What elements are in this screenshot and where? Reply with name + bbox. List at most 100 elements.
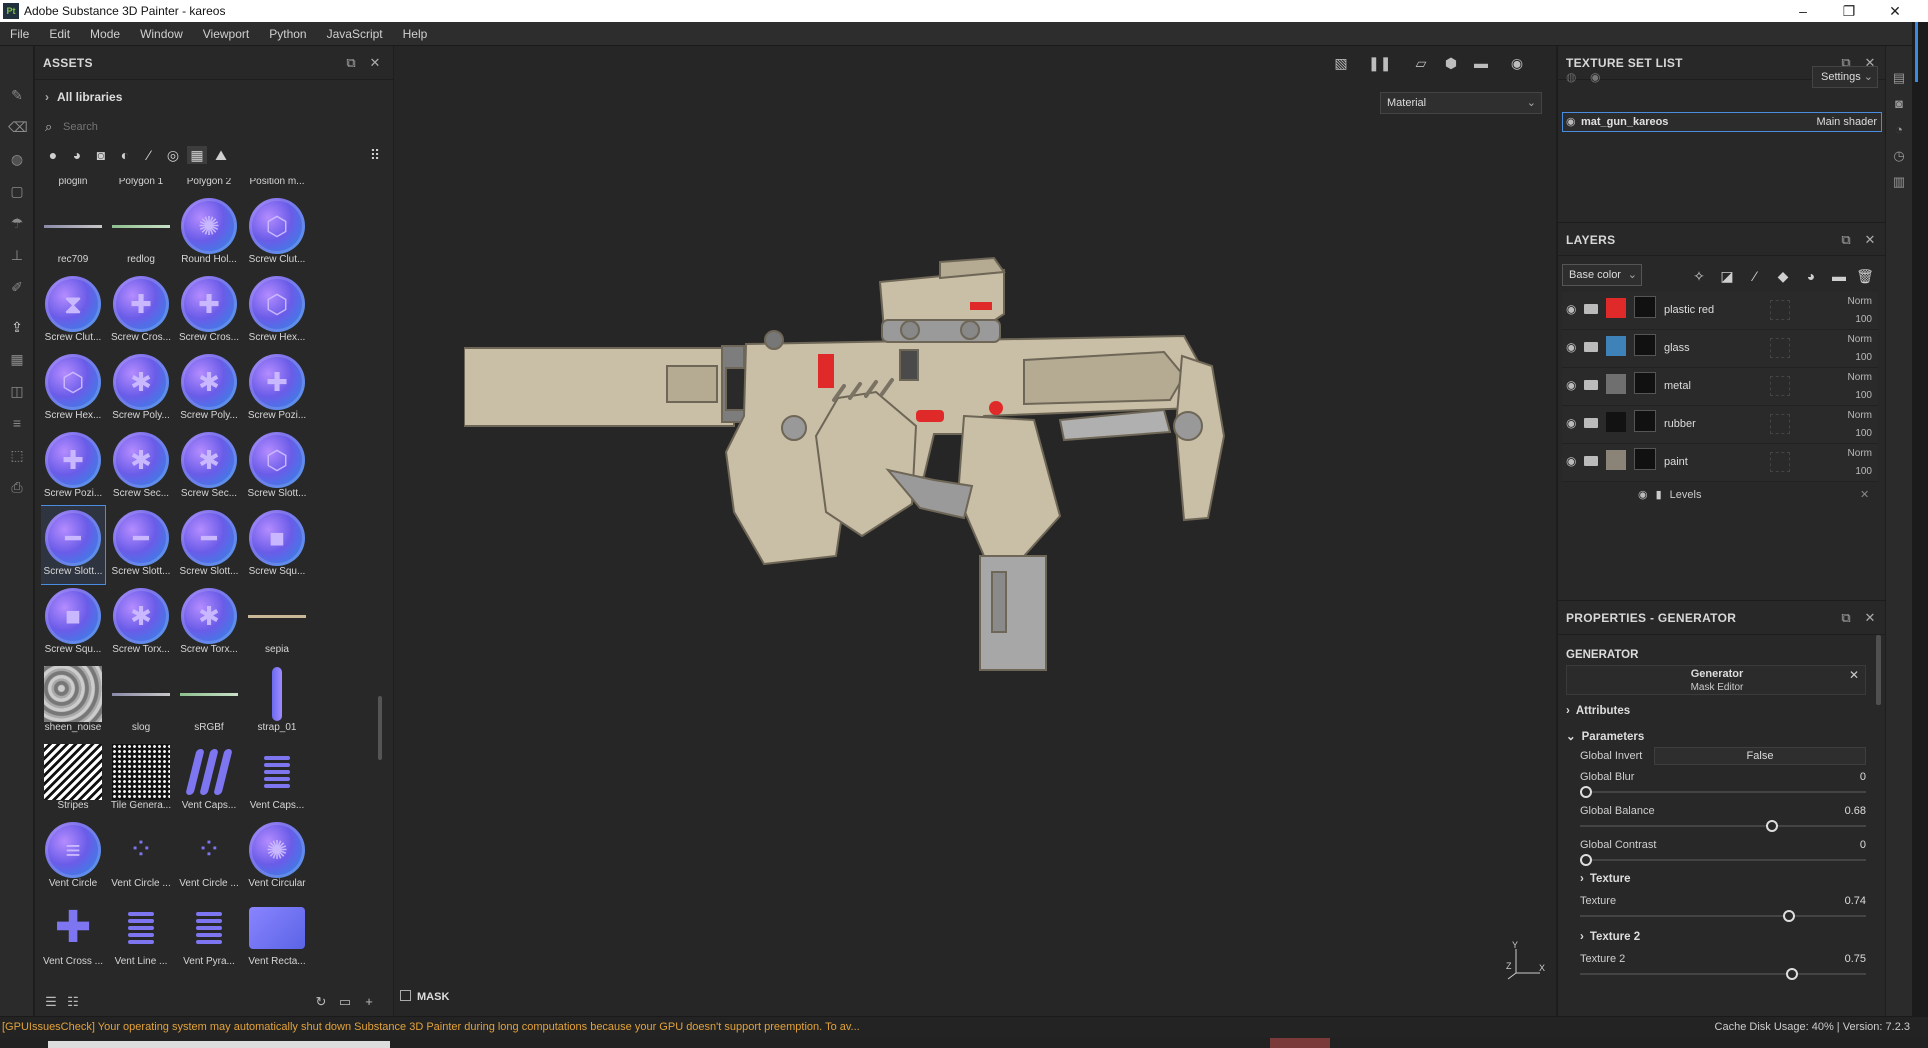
asset-tile[interactable]: ✱ Screw Poly... [109,350,173,428]
remove-effect-icon[interactable]: ✕ [1860,488,1869,501]
layer-opacity[interactable]: 100 [1855,466,1872,477]
close-icon[interactable]: ✕ [1872,0,1918,22]
eye-icon[interactable]: ◉ [1638,489,1648,501]
shader-icon[interactable]: ◔ [1891,122,1907,138]
asset-tile[interactable]: ⬡ Screw Hex... [41,350,105,428]
layer-blend-mode[interactable]: Norm [1848,334,1872,345]
paint-brush-icon[interactable]: ✎ [8,86,26,104]
asset-tile[interactable]: ✱ Screw Sec... [109,428,173,506]
add-folder-icon[interactable]: ▬ [1830,267,1848,285]
texture-set-settings-icon[interactable]: ▤ [1891,70,1907,86]
display-settings-icon[interactable]: ◙ [1891,96,1907,112]
parameters-section[interactable]: ⌄ Parameters [1566,729,1644,743]
layer-row[interactable]: ◉ metal Norm 100 [1562,368,1878,406]
log-icon[interactable]: ▥ [1891,174,1907,190]
close-panel-icon[interactable]: ✕ [1862,610,1878,626]
asset-tile[interactable]: redlog [109,194,173,272]
asset-tile[interactable]: ploglin [41,178,105,194]
levels-effect-row[interactable]: ◉ ▮ Levels ✕ [1638,488,1869,501]
layer-blend-mode[interactable]: Norm [1848,296,1872,307]
asset-tile[interactable]: slog [109,662,173,740]
layer-name[interactable]: paint [1664,456,1688,468]
asset-tile[interactable]: Polygon 1 [109,178,173,194]
color-picker-icon[interactable]: ✐ [8,278,26,296]
mask-checkbox[interactable] [400,990,411,1001]
asset-tile[interactable]: ✱ Screw Poly... [177,350,241,428]
generator-picker[interactable]: Generator Mask Editor ✕ [1566,665,1866,695]
close-panel-icon[interactable]: ✕ [1862,232,1878,248]
particles-filter-icon[interactable]: ◎ [163,146,183,164]
add-fill-layer-icon[interactable]: ◆ [1774,267,1792,285]
layer-row[interactable]: ◉ rubber Norm 100 [1562,406,1878,444]
asset-tile[interactable]: Vent Caps... [245,740,309,818]
add-smart-material-icon[interactable]: ◕ [1802,267,1820,285]
eye-icon[interactable]: ◉ [1566,416,1576,430]
delete-layer-icon[interactable]: 🗑 [1856,267,1874,285]
hide-ui-icon[interactable]: ▧ [1332,54,1350,72]
geometry-mask-icon[interactable]: ▢ [8,182,26,200]
asset-tile[interactable]: ⁘ Vent Circle ... [177,818,241,896]
asset-tile[interactable]: ⬡ Screw Hex... [245,272,309,350]
texture2-slider[interactable]: Texture 2 0.75 [1580,953,1866,983]
slider-track[interactable] [1580,859,1866,861]
visibility-icon[interactable]: ◉ [1590,70,1600,84]
float-panel-icon[interactable]: ⧉ [343,55,359,71]
asset-tile[interactable]: ✱ Screw Torx... [177,584,241,662]
layer-blend-mode[interactable]: Norm [1848,410,1872,421]
layer-blend-mode[interactable]: Norm [1848,448,1872,459]
layer-mask-thumbnail[interactable] [1634,334,1656,356]
asset-tile[interactable]: ■ Screw Squ... [41,584,105,662]
asset-tile[interactable]: ✱ Screw Sec... [177,428,241,506]
add-paint-layer-icon[interactable]: ⁄ [1746,267,1764,285]
slider-knob[interactable] [1580,786,1592,798]
texture-slider[interactable]: Texture 0.74 [1580,895,1866,925]
layer-mask-thumbnail[interactable] [1634,410,1656,432]
asset-tile[interactable]: ⬡ Screw Clut... [245,194,309,272]
menu-edit[interactable]: Edit [39,22,80,46]
asset-tile[interactable]: Polygon 2 [177,178,241,194]
texture-set-shader[interactable]: Main shader [1816,116,1877,128]
texture-set-icon[interactable]: ▦ [8,350,26,368]
asset-tile[interactable]: Position m... [245,178,309,194]
minimize-icon[interactable]: – [1780,0,1826,22]
parameter-slider[interactable]: Global Balance 0.68 [1580,805,1866,835]
asset-tile[interactable]: ✚ Screw Cros... [109,272,173,350]
menu-viewport[interactable]: Viewport [193,22,259,46]
camera-icon[interactable]: ▬ [1472,54,1490,72]
environment-filter-icon[interactable]: ⛰ [211,146,231,164]
menu-javascript[interactable]: JavaScript [317,22,393,46]
clone-stamp-icon[interactable]: ⊥ [8,246,26,264]
layer-row[interactable]: ◉ paint Norm 100 [1562,444,1878,482]
asset-tile[interactable]: ⧗ Screw Clut... [41,272,105,350]
gpu-warning-message[interactable]: [GPUIssuesCheck] Your operating system m… [2,1021,860,1033]
masks-filter-icon[interactable]: ◙ [91,146,111,164]
bake-icon[interactable]: ⬚ [8,446,26,464]
viewport-mode-select[interactable]: Material ⌄ [1380,92,1542,114]
layer-mask-thumbnail[interactable] [1634,296,1656,318]
menu-window[interactable]: Window [130,22,193,46]
asset-tile[interactable]: ✚ Screw Cros... [177,272,241,350]
layer-opacity[interactable]: 100 [1855,390,1872,401]
search-input[interactable] [63,118,373,136]
eye-icon[interactable]: ◉ [1566,340,1576,354]
asset-tile[interactable]: ■ Screw Squ... [245,506,309,584]
asset-tile[interactable]: ✚ Screw Pozi... [41,428,105,506]
asset-tile[interactable]: ━ Screw Slott... [109,506,173,584]
shader-settings-icon[interactable]: ≡ [8,414,26,432]
menu-file[interactable]: File [0,22,39,46]
history-icon[interactable]: ◷ [1891,148,1907,164]
eraser-icon[interactable]: ⌫ [8,118,28,136]
slider-track[interactable] [1580,915,1866,917]
asset-tile[interactable]: Tile Genera... [109,740,173,818]
texture-set-row[interactable]: ◉ mat_gun_kareos Main shader [1562,112,1882,132]
solo-icon[interactable]: ◍ [1566,70,1576,84]
asset-tile[interactable]: ✱ Screw Torx... [109,584,173,662]
eye-icon[interactable]: ◉ [1566,302,1576,316]
layer-opacity[interactable]: 100 [1855,428,1872,439]
asset-tile[interactable]: Vent Recta... [245,896,309,974]
settings-dropdown[interactable]: Settings ⌄ [1812,66,1878,88]
projection-icon[interactable]: ◍ [8,150,26,168]
view-mode-icon[interactable]: ▱ [1412,54,1430,72]
float-panel-icon[interactable]: ⧉ [1838,610,1854,626]
asset-tile[interactable]: sheen_noise [41,662,105,740]
